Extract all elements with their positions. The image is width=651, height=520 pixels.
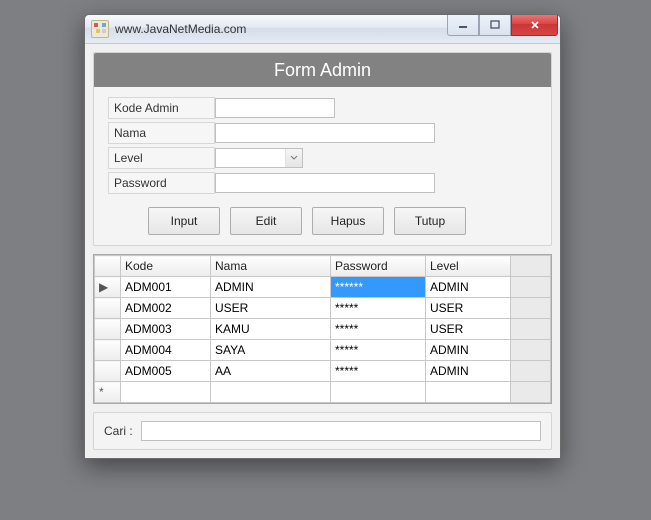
cell-fill — [511, 382, 551, 403]
col-fill — [511, 256, 551, 277]
data-grid[interactable]: Kode Nama Password Level ▶ADM001ADMIN***… — [93, 254, 552, 404]
input-button[interactable]: Input — [148, 207, 220, 235]
cell-empty[interactable] — [331, 382, 426, 403]
edit-button[interactable]: Edit — [230, 207, 302, 235]
cell-fill — [511, 298, 551, 319]
cell-kode[interactable]: ADM004 — [121, 340, 211, 361]
grid-header-row: Kode Nama Password Level — [95, 256, 551, 277]
cell-nama[interactable]: ADMIN — [211, 277, 331, 298]
titlebar[interactable]: www.JavaNetMedia.com — [85, 15, 560, 44]
hapus-button[interactable]: Hapus — [312, 207, 384, 235]
cell-kode[interactable]: ADM002 — [121, 298, 211, 319]
cell-level[interactable]: ADMIN — [426, 340, 511, 361]
col-level[interactable]: Level — [426, 256, 511, 277]
window-title: www.JavaNetMedia.com — [115, 22, 246, 36]
cell-fill — [511, 361, 551, 382]
input-kode[interactable] — [215, 98, 335, 118]
search-label: Cari : — [104, 424, 133, 438]
table-row[interactable]: ▶ADM001ADMIN******ADMIN — [95, 277, 551, 298]
main-window: www.JavaNetMedia.com Form Admin Kode Adm… — [84, 14, 561, 459]
cell-password[interactable]: ***** — [331, 319, 426, 340]
cell-kode[interactable]: ADM005 — [121, 361, 211, 382]
cell-password[interactable]: ****** — [331, 277, 426, 298]
minimize-button[interactable] — [447, 15, 479, 36]
cell-empty[interactable] — [426, 382, 511, 403]
cell-empty[interactable] — [211, 382, 331, 403]
cell-level[interactable]: USER — [426, 319, 511, 340]
app-icon — [91, 20, 109, 38]
cell-level[interactable]: ADMIN — [426, 277, 511, 298]
input-nama[interactable] — [215, 123, 435, 143]
client-area: Form Admin Kode Admin Nama Level — [85, 44, 560, 458]
input-password[interactable] — [215, 173, 435, 193]
window-controls — [447, 15, 558, 36]
search-input[interactable] — [141, 421, 541, 441]
table-row[interactable]: ADM002USER*****USER — [95, 298, 551, 319]
close-button[interactable] — [511, 15, 558, 36]
tutup-button[interactable]: Tutup — [394, 207, 466, 235]
col-password[interactable]: Password — [331, 256, 426, 277]
label-nama: Nama — [108, 122, 215, 144]
minimize-icon — [458, 20, 468, 30]
cell-password[interactable]: ***** — [331, 298, 426, 319]
cell-password[interactable]: ***** — [331, 361, 426, 382]
maximize-button[interactable] — [479, 15, 511, 36]
label-level: Level — [108, 147, 215, 169]
row-nama: Nama — [108, 122, 537, 144]
row-header-new[interactable]: * — [95, 382, 121, 403]
cell-kode[interactable]: ADM003 — [121, 319, 211, 340]
cell-level[interactable]: ADMIN — [426, 361, 511, 382]
combo-level-button[interactable] — [285, 149, 302, 167]
row-header[interactable] — [95, 298, 121, 319]
cell-fill — [511, 319, 551, 340]
cell-nama[interactable]: USER — [211, 298, 331, 319]
combo-level[interactable] — [215, 148, 303, 168]
cell-empty[interactable] — [121, 382, 211, 403]
form-body: Kode Admin Nama Level — [94, 87, 551, 235]
cell-nama[interactable]: SAYA — [211, 340, 331, 361]
row-header[interactable] — [95, 361, 121, 382]
table-row[interactable]: ADM005AA*****ADMIN — [95, 361, 551, 382]
cell-password[interactable]: ***** — [331, 340, 426, 361]
search-panel: Cari : — [93, 412, 552, 450]
table-row-new[interactable]: * — [95, 382, 551, 403]
row-header[interactable] — [95, 340, 121, 361]
form-panel: Form Admin Kode Admin Nama Level — [93, 52, 552, 246]
grid-corner[interactable] — [95, 256, 121, 277]
table-row[interactable]: ADM004SAYA*****ADMIN — [95, 340, 551, 361]
form-heading: Form Admin — [94, 53, 551, 87]
col-nama[interactable]: Nama — [211, 256, 331, 277]
cell-level[interactable]: USER — [426, 298, 511, 319]
row-header[interactable] — [95, 319, 121, 340]
row-level: Level — [108, 147, 537, 169]
cell-kode[interactable]: ADM001 — [121, 277, 211, 298]
row-password: Password — [108, 172, 537, 194]
row-header[interactable]: ▶ — [95, 277, 121, 298]
label-password: Password — [108, 172, 215, 194]
button-row: Input Edit Hapus Tutup — [108, 197, 537, 235]
close-icon — [530, 20, 540, 30]
row-kode: Kode Admin — [108, 97, 537, 119]
cell-fill — [511, 340, 551, 361]
cell-nama[interactable]: KAMU — [211, 319, 331, 340]
label-kode: Kode Admin — [108, 97, 215, 119]
cell-fill — [511, 277, 551, 298]
cell-nama[interactable]: AA — [211, 361, 331, 382]
table-row[interactable]: ADM003KAMU*****USER — [95, 319, 551, 340]
maximize-icon — [490, 20, 500, 30]
col-kode[interactable]: Kode — [121, 256, 211, 277]
chevron-down-icon — [290, 155, 298, 161]
